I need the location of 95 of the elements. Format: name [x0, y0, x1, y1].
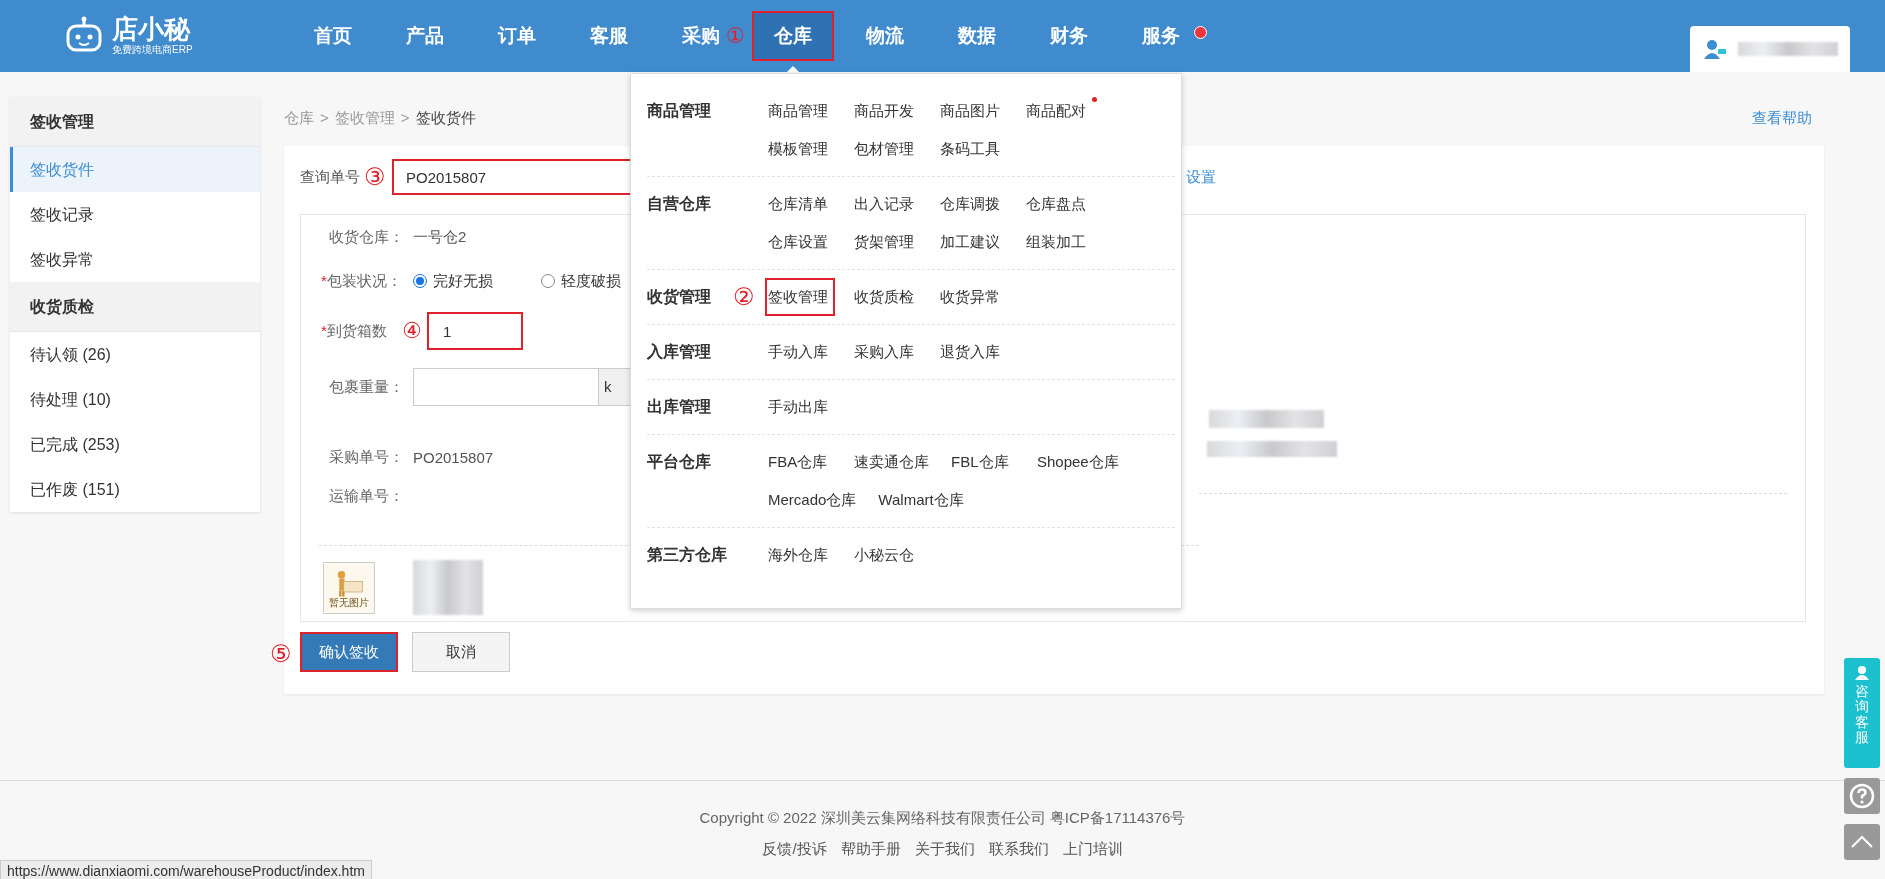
field-value: 一号仓2 — [413, 227, 467, 247]
sidebar-heading: 收货质检 — [10, 282, 260, 332]
field-label: 采购单号： — [329, 447, 404, 465]
menu-item[interactable]: 海外仓库 — [765, 536, 835, 574]
menu-group-title: 收货管理 — [647, 288, 711, 305]
field-label: *包装状况： — [321, 271, 402, 289]
nav-tab[interactable]: 数据 — [956, 11, 998, 61]
help-button[interactable] — [1844, 778, 1880, 814]
nav-tab[interactable]: 订单 — [496, 11, 538, 61]
field-label: 包裹重量： — [329, 377, 404, 395]
menu-item[interactable]: 商品图片 — [937, 92, 1007, 130]
menu-item[interactable]: Shopee仓库 — [1034, 443, 1122, 481]
breadcrumb-separator: > — [320, 109, 329, 128]
menu-item[interactable]: 小秘云仓 — [851, 536, 921, 574]
sidebar-heading: 签收管理 — [10, 97, 260, 147]
menu-item[interactable]: 商品管理 — [765, 92, 835, 130]
settings-link[interactable]: 设置 — [1186, 167, 1216, 187]
status-url: https://www.dianxiaomi.com/warehouseProduct/index.htm — [0, 860, 372, 879]
logo-name: 店小秘 — [112, 15, 192, 43]
annotation-number: ⑤ — [270, 642, 292, 666]
nav-tab[interactable]: 采购 — [680, 11, 722, 61]
nav-tab[interactable]: 财务 — [1048, 11, 1090, 61]
sidebar-item[interactable]: 已完成 (253) — [10, 422, 260, 467]
menu-item[interactable]: 包材管理 — [851, 130, 921, 168]
copyright-text: Copyright © 2022 深圳美云集网络科技有限责任公司 粤ICP备17114376号 — [699, 809, 1186, 828]
menu-item[interactable]: 组装加工 — [1023, 223, 1093, 261]
breadcrumb-separator: > — [400, 109, 410, 128]
menu-item[interactable]: 签收管理 — [765, 278, 835, 316]
menu-item[interactable]: FBA仓库 — [765, 443, 835, 481]
nav-tab[interactable]: 首页 — [312, 11, 354, 61]
field-label: 运输单号： — [329, 486, 404, 504]
menu-item[interactable]: 条码工具 — [937, 130, 1007, 168]
consult-label: 咨询客服 — [1855, 684, 1869, 746]
field-label: 查询单号 — [300, 167, 360, 185]
menu-item[interactable]: 手动入库 — [765, 333, 835, 371]
field-value: PO2015807 — [413, 448, 494, 466]
menu-group-title: 出库管理 — [647, 398, 711, 415]
menu-item[interactable]: 退货入库 — [937, 333, 1007, 371]
menu-item[interactable]: 货架管理 — [851, 223, 921, 261]
user-icon — [1704, 39, 1726, 59]
menu-item[interactable]: Walmart仓库 — [875, 481, 967, 519]
annotation-number: ① — [726, 25, 745, 46]
sidebar-item[interactable]: 签收记录 — [10, 192, 260, 237]
footer-link[interactable]: 上门培训 — [1062, 840, 1123, 859]
breadcrumb-item[interactable]: 签收货件 — [415, 109, 476, 128]
weight-field[interactable] — [413, 368, 599, 406]
menu-item[interactable]: 商品开发 — [851, 92, 921, 130]
menu-item[interactable]: 仓库调拨 — [937, 185, 1007, 223]
menu-item[interactable]: 手动出库 — [765, 388, 835, 426]
menu-item[interactable]: 出入记录 — [851, 185, 921, 223]
menu-group-title: 平台仓库 — [647, 453, 711, 470]
annotation-number: ③ — [364, 165, 387, 189]
confirm-button[interactable]: 确认签收 — [300, 632, 398, 672]
back-to-top-button[interactable] — [1844, 824, 1880, 860]
radio-option[interactable]: 完好无损 — [413, 271, 493, 291]
menu-group-title: 商品管理 — [647, 102, 711, 119]
nav-tab[interactable]: 仓库 — [752, 11, 834, 61]
menu-item[interactable]: FBL仓库 — [948, 443, 1018, 481]
nav-tab[interactable]: 物流 — [864, 11, 906, 61]
image-caption: 暂无图片 — [329, 597, 369, 608]
menu-item[interactable]: Mercado仓库 — [765, 481, 860, 519]
help-icon — [1849, 783, 1875, 809]
menu-item[interactable]: 速卖通仓库 — [851, 443, 932, 481]
menu-item[interactable]: 仓库设置 — [765, 223, 835, 261]
blurred-image — [413, 560, 483, 615]
sidebar-item[interactable]: 待处理 (10) — [10, 377, 260, 422]
cancel-button[interactable]: 取消 — [412, 632, 510, 672]
chevron-up-icon — [1850, 835, 1874, 849]
nav-tab[interactable]: 客服 — [588, 11, 630, 61]
box-count-field[interactable]: 1 — [427, 312, 523, 350]
field-label: 收货仓库： — [329, 227, 404, 245]
menu-group-title: 自营仓库 — [647, 195, 711, 212]
nav-tab[interactable]: 产品 — [404, 11, 446, 61]
sidebar-item[interactable]: 待认领 (26) — [10, 332, 260, 377]
annotation-number: ② — [733, 285, 755, 309]
user-menu[interactable] — [1690, 26, 1850, 72]
radio-option[interactable]: 轻度破损 — [541, 271, 621, 291]
sidebar-item[interactable]: 已作废 (151) — [10, 467, 260, 512]
menu-item[interactable]: 收货异常 — [937, 278, 1007, 316]
menu-item[interactable]: 仓库盘点 — [1023, 185, 1093, 223]
field-label: *到货箱数 — [321, 321, 387, 339]
menu-item[interactable]: 商品配对 — [1023, 92, 1093, 130]
menu-group-title: 入库管理 — [647, 343, 711, 360]
menu-group-title: 第三方仓库 — [647, 546, 727, 563]
annotation-number: ④ — [402, 320, 422, 342]
logo-tagline: 免费跨境电商ERP — [112, 43, 193, 57]
footer-link[interactable]: 反馈/投诉 — [762, 840, 827, 859]
menu-item[interactable]: 收货质检 — [851, 278, 921, 316]
menu-item[interactable]: 加工建议 — [937, 223, 1007, 261]
menu-item[interactable]: 采购入库 — [851, 333, 921, 371]
footer-link[interactable]: 帮助手册 — [840, 840, 901, 859]
sidebar-item[interactable]: 签收异常 — [10, 237, 260, 282]
footer-link[interactable]: 联系我们 — [988, 840, 1049, 859]
nav-tab[interactable]: 服务 — [1140, 11, 1182, 61]
footer-link[interactable]: 关于我们 — [914, 840, 975, 859]
